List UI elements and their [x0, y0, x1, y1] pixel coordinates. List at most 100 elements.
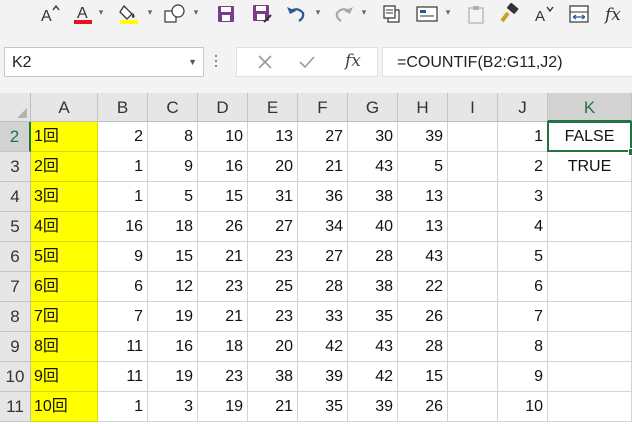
cell-f6[interactable]: 27	[298, 242, 348, 272]
cell-a9[interactable]: 8回	[31, 332, 98, 362]
cell-e4[interactable]: 31	[248, 182, 298, 212]
column-header-a[interactable]: A	[31, 93, 98, 122]
column-header-b[interactable]: B	[98, 93, 148, 122]
cell-g11[interactable]: 39	[348, 392, 398, 422]
cell-g10[interactable]: 42	[348, 362, 398, 392]
cell-c7[interactable]: 12	[148, 272, 198, 302]
cell-g3[interactable]: 43	[348, 152, 398, 182]
cell-h7[interactable]: 22	[398, 272, 448, 302]
column-header-d[interactable]: D	[198, 93, 248, 122]
redo-dropdown-icon[interactable]: ▾	[360, 7, 368, 17]
cell-a11[interactable]: 10回	[31, 392, 98, 422]
column-header-f[interactable]: F	[298, 93, 348, 122]
cell-c10[interactable]: 19	[148, 362, 198, 392]
name-box[interactable]: K2 ▼	[4, 47, 204, 77]
cell-j6[interactable]: 5	[498, 242, 548, 272]
cell-e8[interactable]: 23	[248, 302, 298, 332]
cell-f11[interactable]: 35	[298, 392, 348, 422]
cell-g9[interactable]: 43	[348, 332, 398, 362]
cell-f5[interactable]: 34	[298, 212, 348, 242]
cell-k8[interactable]	[548, 302, 632, 332]
fill-color-icon[interactable]	[116, 3, 142, 25]
cell-e3[interactable]: 20	[248, 152, 298, 182]
cell-j4[interactable]: 3	[498, 182, 548, 212]
cell-a6[interactable]: 5回	[31, 242, 98, 272]
cell-j3[interactable]: 2	[498, 152, 548, 182]
paste-icon[interactable]	[464, 3, 488, 25]
cell-d10[interactable]: 23	[198, 362, 248, 392]
column-header-j[interactable]: J	[498, 93, 548, 122]
cell-j9[interactable]: 8	[498, 332, 548, 362]
cell-d11[interactable]: 19	[198, 392, 248, 422]
cell-j2[interactable]: 1	[498, 122, 548, 152]
cell-c11[interactable]: 3	[148, 392, 198, 422]
cell-g8[interactable]: 35	[348, 302, 398, 332]
cell-d3[interactable]: 16	[198, 152, 248, 182]
cell-h4[interactable]: 13	[398, 182, 448, 212]
cell-h11[interactable]: 26	[398, 392, 448, 422]
cell-c3[interactable]: 9	[148, 152, 198, 182]
cell-i6[interactable]	[448, 242, 498, 272]
cell-c8[interactable]: 19	[148, 302, 198, 332]
cell-c2[interactable]: 8	[148, 122, 198, 152]
cell-b11[interactable]: 1	[98, 392, 148, 422]
row-header-9[interactable]: 9	[0, 332, 31, 362]
cell-b2[interactable]: 2	[98, 122, 148, 152]
cell-b5[interactable]: 16	[98, 212, 148, 242]
row-header-3[interactable]: 3	[0, 152, 31, 182]
cell-a7[interactable]: 6回	[31, 272, 98, 302]
cell-b6[interactable]: 9	[98, 242, 148, 272]
cell-a3[interactable]: 2回	[31, 152, 98, 182]
cell-j7[interactable]: 6	[498, 272, 548, 302]
row-header-2[interactable]: 2	[0, 122, 31, 152]
shapes-dropdown-icon[interactable]: ▾	[192, 7, 200, 17]
cell-j5[interactable]: 4	[498, 212, 548, 242]
cell-c5[interactable]: 18	[148, 212, 198, 242]
cell-d2[interactable]: 10	[198, 122, 248, 152]
row-header-11[interactable]: 11	[0, 392, 31, 422]
cell-j10[interactable]: 9	[498, 362, 548, 392]
shapes-icon[interactable]	[162, 3, 188, 25]
cell-e2[interactable]: 13	[248, 122, 298, 152]
cell-k2[interactable]: FALSE	[548, 122, 632, 152]
cell-k3[interactable]: TRUE	[548, 152, 632, 182]
save-as-icon[interactable]	[250, 3, 274, 25]
cell-i11[interactable]	[448, 392, 498, 422]
column-header-c[interactable]: C	[148, 93, 198, 122]
form-dropdown-icon[interactable]: ▾	[444, 7, 452, 17]
cell-k4[interactable]	[548, 182, 632, 212]
cell-d8[interactable]: 21	[198, 302, 248, 332]
cell-b3[interactable]: 1	[98, 152, 148, 182]
cell-a2[interactable]: 1回	[31, 122, 98, 152]
cell-j8[interactable]: 7	[498, 302, 548, 332]
fill-color-dropdown-icon[interactable]: ▾	[146, 7, 154, 17]
cell-h8[interactable]: 26	[398, 302, 448, 332]
form-icon[interactable]	[414, 3, 440, 25]
cell-i3[interactable]	[448, 152, 498, 182]
cell-k7[interactable]	[548, 272, 632, 302]
cell-f9[interactable]: 42	[298, 332, 348, 362]
row-header-8[interactable]: 8	[0, 302, 31, 332]
cell-k11[interactable]	[548, 392, 632, 422]
cell-g7[interactable]: 38	[348, 272, 398, 302]
cell-a10[interactable]: 9回	[31, 362, 98, 392]
enter-icon[interactable]	[297, 52, 317, 72]
insert-function-icon[interactable]: fx	[600, 3, 626, 25]
cell-h9[interactable]: 28	[398, 332, 448, 362]
undo-dropdown-icon[interactable]: ▾	[314, 7, 322, 17]
cell-g4[interactable]: 38	[348, 182, 398, 212]
cell-b8[interactable]: 7	[98, 302, 148, 332]
cell-i10[interactable]	[448, 362, 498, 392]
cell-d4[interactable]: 15	[198, 182, 248, 212]
cell-e6[interactable]: 23	[248, 242, 298, 272]
cell-k6[interactable]	[548, 242, 632, 272]
cell-j11[interactable]: 10	[498, 392, 548, 422]
cell-i4[interactable]	[448, 182, 498, 212]
save-icon[interactable]	[214, 3, 238, 25]
cell-c9[interactable]: 16	[148, 332, 198, 362]
font-color-dropdown-icon[interactable]: ▾	[97, 7, 105, 17]
cell-f10[interactable]: 39	[298, 362, 348, 392]
column-header-e[interactable]: E	[248, 93, 298, 122]
cell-f2[interactable]: 27	[298, 122, 348, 152]
cell-h10[interactable]: 15	[398, 362, 448, 392]
